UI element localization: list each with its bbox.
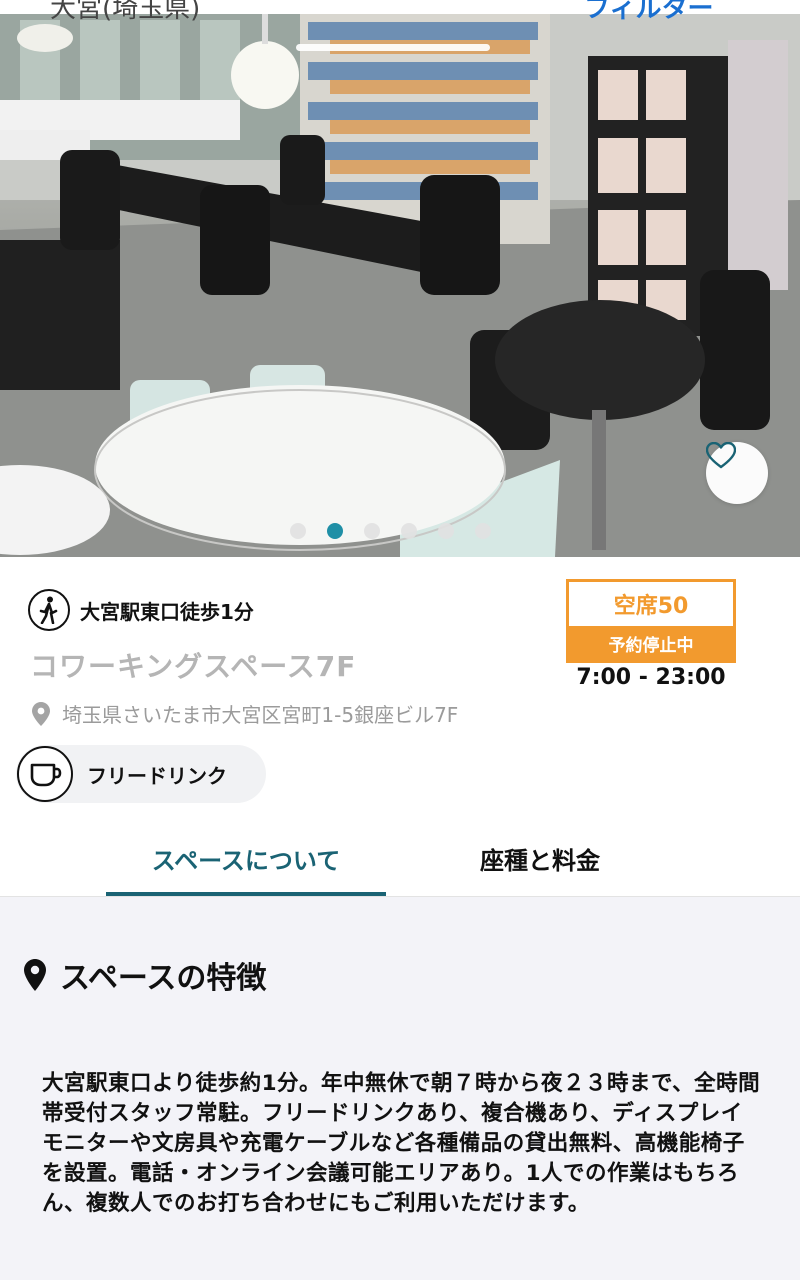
background-location-label: 大宮(埼玉県)	[50, 0, 201, 24]
space-photo-carousel[interactable]: 大宮(埼玉県) フィルター	[0, 0, 800, 557]
detail-tabs: スペースについて 座種と料金	[0, 819, 800, 897]
access-row: 大宮駅東口徒歩1分	[28, 589, 254, 631]
carousel-dot[interactable]	[364, 523, 380, 539]
carousel-dot[interactable]	[475, 523, 491, 539]
sheet-grabber-handle[interactable]	[296, 44, 490, 51]
walking-icon	[28, 589, 70, 631]
carousel-dot[interactable]	[401, 523, 417, 539]
space-info: 大宮駅東口徒歩1分 コワーキングスペース7F 埼玉県さいたま市大宮区宮町1-5銀…	[0, 557, 800, 897]
amenity-tag-free-drink: フリードリンク	[16, 745, 266, 803]
amenity-label: フリードリンク	[87, 763, 227, 788]
address-row: 埼玉県さいたま市大宮区宮町1-5銀座ビル7F	[32, 699, 458, 728]
map-pin-icon	[24, 959, 46, 991]
carousel-dot[interactable]	[290, 523, 306, 539]
features-title: スペースの特徴	[60, 961, 267, 996]
active-tab-indicator	[106, 892, 386, 896]
heart-icon	[706, 442, 736, 469]
opening-hours: 7:00 - 23:00	[576, 665, 726, 690]
carousel-dot[interactable]	[438, 523, 454, 539]
tab-seat-pricing[interactable]: 座種と料金	[400, 841, 680, 876]
location-pin-icon	[32, 701, 50, 726]
reservation-status: 予約停止中	[569, 626, 733, 660]
access-text: 大宮駅東口徒歩1分	[80, 599, 254, 624]
space-features-section: スペースの特徴 大宮駅東口より徒歩約1分。年中無休で朝７時から夜２３時まで、全時…	[0, 897, 800, 1280]
tab-about-space[interactable]: スペースについて	[106, 841, 386, 876]
vacancy-count: 空席50	[613, 594, 689, 619]
carousel-indicator	[290, 523, 491, 539]
cup-icon	[17, 746, 73, 802]
address-text: 埼玉県さいたま市大宮区宮町1-5銀座ビル7F	[62, 703, 459, 727]
background-filter-label: フィルター	[584, 0, 714, 24]
features-description: 大宮駅東口より徒歩約1分。年中無休で朝７時から夜２３時まで、全時間帯受付スタッフ…	[42, 1071, 761, 1216]
space-name: コワーキングスペース7F	[30, 650, 357, 683]
space-photo	[0, 0, 800, 557]
features-header: スペースの特徴	[24, 953, 266, 997]
vacancy-badge: 空席50 予約停止中	[566, 579, 736, 663]
favorite-button[interactable]	[706, 442, 768, 504]
carousel-dot-active[interactable]	[327, 523, 343, 539]
